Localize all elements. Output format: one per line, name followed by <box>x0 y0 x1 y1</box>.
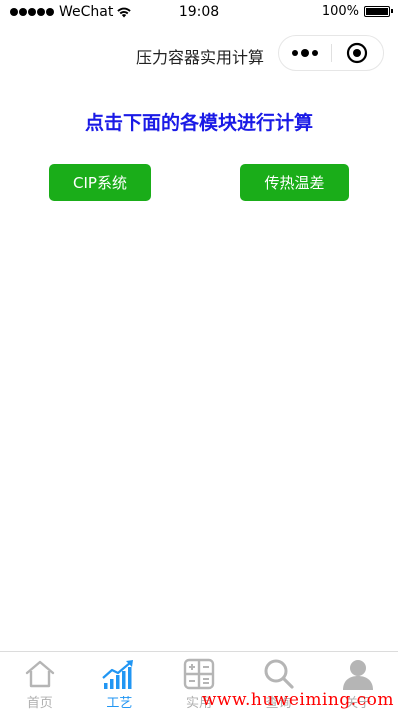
tab-process-label: 工艺 <box>106 696 133 711</box>
app-screen: WeChat 19:08 100% 压力容器实用计算 点击下面的各模块进行计算 … <box>0 0 398 712</box>
person-icon <box>340 657 376 691</box>
watermark: www.huweiming.com <box>201 690 394 710</box>
close-program-button[interactable] <box>331 36 383 70</box>
battery-percent: 100% <box>321 4 359 19</box>
status-bar: WeChat 19:08 100% <box>0 0 398 26</box>
tab-home-label: 首页 <box>26 696 53 711</box>
calculator-icon <box>181 657 217 691</box>
search-icon <box>261 657 297 691</box>
page-title: 压力容器实用计算 <box>135 48 264 67</box>
cip-system-button[interactable]: CIP系统 <box>49 164 151 201</box>
battery-icon <box>364 6 393 17</box>
instruction-headline: 点击下面的各模块进行计算 <box>84 112 313 134</box>
more-dots-icon <box>300 49 309 57</box>
more-dots-icon <box>311 50 318 56</box>
growth-chart-icon <box>101 657 137 691</box>
mini-program-capsule <box>278 35 384 71</box>
heat-transfer-temp-diff-button[interactable]: 传热温差 <box>240 164 349 201</box>
tab-process[interactable]: 工艺 <box>80 652 160 712</box>
status-right: 100% <box>321 4 393 19</box>
home-icon <box>22 657 58 691</box>
target-close-icon <box>347 42 368 64</box>
more-dots-icon <box>291 50 298 56</box>
more-menu-button[interactable] <box>279 36 331 70</box>
tab-home[interactable]: 首页 <box>0 652 80 712</box>
